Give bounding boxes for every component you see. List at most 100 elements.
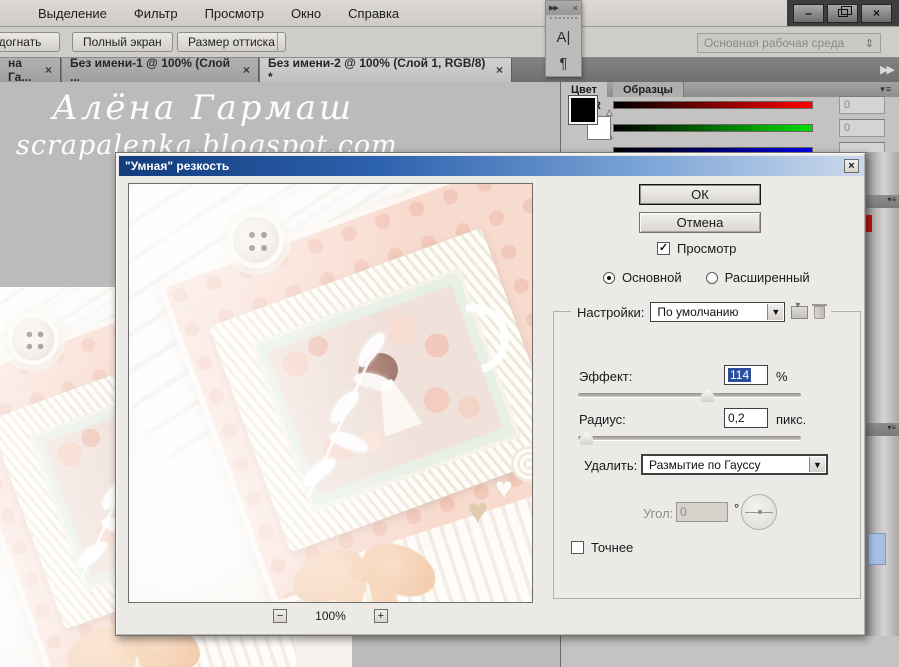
menu-view[interactable]: Просмотр	[205, 6, 264, 21]
panel-tab-row: Цвет Образцы ▾≡	[561, 82, 899, 97]
panel-grip[interactable]	[550, 17, 577, 23]
tab-color-panel[interactable]: Цвет	[561, 82, 608, 97]
preview-zoom-controls: − 100% +	[128, 609, 533, 623]
document-tab-bar: на Га... × Без имени-1 @ 100% (Слой ... …	[0, 56, 899, 84]
watermark-author: Алёна Гармаш	[52, 88, 355, 128]
window-controls: – ×	[787, 0, 899, 26]
workspace-selector[interactable]: Основная рабочая среда ⇕	[697, 33, 881, 53]
settings-label: Настройки:	[577, 304, 645, 320]
expand-panel-icon[interactable]: ▶▶	[549, 4, 559, 12]
options-bar: догнать Полный экран Размер оттиска Осно…	[0, 27, 899, 58]
menu-window[interactable]: Окно	[291, 6, 321, 21]
mode-radio-group: Основной Расширенный	[603, 270, 810, 285]
menu-filter[interactable]: Фильтр	[134, 6, 178, 21]
dialog-title-bar[interactable]: "Умная" резкость	[119, 156, 864, 176]
angle-value: 0	[680, 505, 687, 519]
save-preset-icon[interactable]	[791, 300, 809, 319]
menu-select[interactable]: Выделение	[38, 6, 107, 21]
dialog-close-icon[interactable]: ×	[844, 159, 859, 173]
settings-row: Настройки: По умолчанию ▼	[571, 300, 832, 323]
full-screen-button[interactable]: Полный экран	[72, 32, 173, 52]
print-size-button[interactable]: Размер оттиска	[177, 32, 286, 52]
effect-value-selected: 114	[728, 368, 752, 382]
radio-label: Основной	[622, 270, 682, 285]
settings-value: По умолчанию	[657, 305, 739, 319]
radius-slider[interactable]	[578, 432, 801, 445]
red-slider-track[interactable]	[613, 101, 813, 109]
radio-label: Расширенный	[724, 270, 810, 285]
spinner-icon: ⇕	[864, 37, 874, 50]
foreground-color-swatch[interactable]	[568, 95, 598, 125]
slider-track[interactable]	[578, 436, 801, 440]
paragraph-panel-icon[interactable]: ¶	[546, 51, 581, 77]
zoom-level: 100%	[315, 609, 346, 623]
green-slider-track[interactable]	[613, 124, 813, 132]
panel-menu-icon: ▾≡	[866, 195, 899, 208]
zoom-in-button[interactable]: +	[373, 609, 388, 623]
panel-menu-icon[interactable]: ▾≡	[880, 84, 892, 95]
menu-bar: Выделение Фильтр Просмотр Окно Справка	[0, 0, 899, 27]
tab-document-1[interactable]: на Га... ×	[0, 56, 61, 84]
restore-icon	[837, 6, 852, 17]
slider-thumb[interactable]	[701, 389, 714, 402]
more-accurate-checkbox[interactable]	[571, 541, 584, 554]
remove-dropdown[interactable]: Размытие по Гауссу ▼	[641, 454, 828, 475]
photo-overlay-wash	[129, 184, 532, 602]
cancel-button[interactable]: Отмена	[639, 212, 761, 233]
tab-close-icon[interactable]: ×	[496, 63, 503, 77]
hidden-panel-edge: ▾≡ ▾≡	[866, 152, 899, 636]
tab-label: Без имени-1 @ 100% (Слой ...	[70, 56, 231, 84]
channel-row-red: R △	[561, 96, 899, 120]
preview-photo: ♥ ♥	[129, 184, 532, 602]
tab-overflow-icon[interactable]: ▶▶	[880, 63, 895, 76]
tab-swatches-panel[interactable]: Образцы	[613, 82, 684, 97]
hidden-panel-red-swatch	[866, 215, 872, 232]
tab-label: Без имени-2 @ 100% (Слой 1, RGB/8) *	[268, 56, 486, 84]
character-panel-icon[interactable]: A|	[546, 25, 581, 51]
smart-sharpen-dialog: "Умная" резкость × − 100% + ОК Отмена ✓ …	[115, 152, 866, 636]
red-value-field[interactable]	[839, 96, 885, 114]
preview-label: Просмотр	[677, 241, 737, 256]
restore-button[interactable]	[827, 3, 858, 23]
angle-input: 0	[676, 502, 728, 522]
effect-slider[interactable]	[578, 389, 801, 402]
tab-label: на Га...	[8, 56, 32, 84]
preview-checkbox[interactable]: ✓	[657, 242, 670, 255]
tab-close-icon[interactable]: ×	[243, 63, 250, 77]
fit-screen-button[interactable]: догнать	[0, 32, 60, 52]
radio-advanced[interactable]: Расширенный	[705, 270, 810, 285]
menu-help[interactable]: Справка	[348, 6, 399, 21]
settings-dropdown[interactable]: По умолчанию ▼	[650, 302, 786, 322]
slider-track[interactable]	[578, 393, 801, 397]
effect-label: Эффект:	[579, 369, 633, 384]
tab-document-3-active[interactable]: Без имени-2 @ 100% (Слой 1, RGB/8) * ×	[260, 56, 512, 84]
sharpen-preview[interactable]: ♥ ♥	[128, 183, 533, 603]
preview-checkbox-row: ✓ Просмотр	[657, 241, 736, 256]
dropdown-arrow-icon[interactable]: ▼	[809, 457, 825, 472]
panel-menu-icon: ▾≡	[866, 423, 899, 436]
effect-unit: %	[776, 369, 788, 384]
radius-input[interactable]: 0,2	[724, 408, 768, 428]
close-button[interactable]: ×	[861, 3, 892, 23]
character-paragraph-dock: ▶▶ × A| ¶	[545, 0, 582, 77]
effect-input[interactable]: 114	[724, 365, 768, 385]
more-accurate-label: Точнее	[591, 540, 634, 555]
radius-label: Радиус:	[579, 412, 626, 427]
zoom-out-button[interactable]: −	[273, 609, 288, 623]
tab-close-icon[interactable]: ×	[45, 63, 52, 77]
radio-basic[interactable]: Основной	[603, 270, 682, 285]
radius-value: 0,2	[728, 411, 745, 425]
radio-icon	[705, 271, 718, 284]
toolbar-separator	[277, 33, 278, 52]
slider-thumb[interactable]	[580, 432, 593, 445]
workspace-value: Основная рабочая среда	[704, 36, 845, 50]
tab-document-2[interactable]: Без имени-1 @ 100% (Слой ... ×	[62, 56, 259, 84]
minimize-button[interactable]: –	[793, 3, 824, 23]
hidden-panel-selection	[868, 533, 886, 565]
delete-preset-icon	[812, 303, 828, 319]
green-value-field[interactable]	[839, 119, 885, 137]
angle-dial[interactable]	[741, 494, 777, 530]
dropdown-arrow-icon[interactable]: ▼	[767, 304, 784, 320]
close-panel-icon[interactable]: ×	[573, 3, 578, 13]
ok-button[interactable]: ОК	[639, 184, 761, 205]
